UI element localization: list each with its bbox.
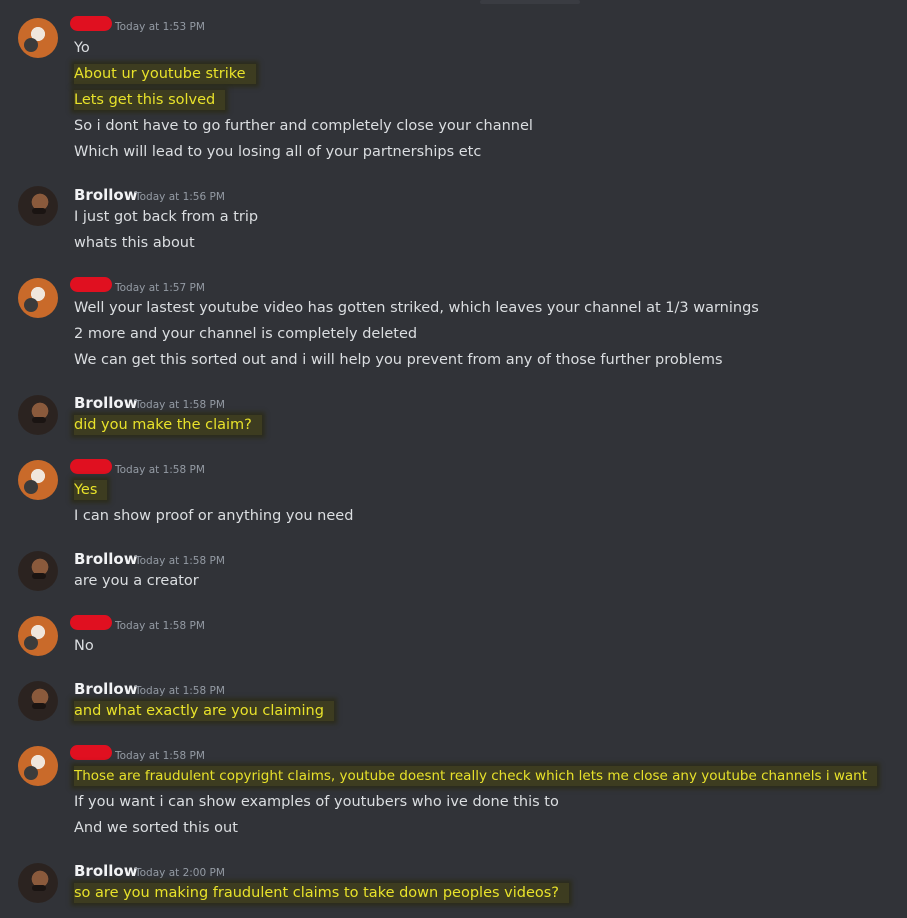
message-text: Yes	[74, 480, 108, 500]
message-text: No	[74, 638, 94, 654]
redacted-username	[70, 459, 112, 474]
message-text: If you want i can show examples of youtu…	[74, 794, 559, 810]
username[interactable]: Brollow	[74, 680, 138, 698]
message-text: About ur youtube strike	[74, 64, 256, 84]
message-text: Which will lead to you losing all of you…	[74, 144, 482, 160]
user-avatar[interactable]	[18, 18, 58, 58]
message-timestamp: Today at 1:58 PM	[135, 555, 225, 567]
message-timestamp: Today at 1:53 PM	[115, 21, 205, 33]
message-timestamp: Today at 2:00 PM	[135, 867, 225, 879]
redacted-username	[70, 16, 112, 31]
user-avatar[interactable]	[18, 616, 58, 656]
user-avatar[interactable]	[18, 460, 58, 500]
message-text: so are you making fraudulent claims to t…	[74, 883, 570, 903]
user-avatar[interactable]	[18, 186, 58, 226]
redacted-username	[70, 277, 112, 292]
message-timestamp: Today at 1:58 PM	[115, 464, 205, 476]
username[interactable]: Brollow	[74, 394, 138, 412]
message-text: Well your lastest youtube video has gott…	[74, 300, 759, 316]
message-text: Those are fraudulent copyright claims, y…	[74, 766, 878, 786]
message-timestamp: Today at 1:58 PM	[135, 685, 225, 697]
user-avatar[interactable]	[18, 863, 58, 903]
username[interactable]: Brollow	[74, 186, 138, 204]
message-text: Yo	[74, 40, 90, 56]
username[interactable]: Brollow	[74, 862, 138, 880]
message-text: did you make the claim?	[74, 415, 262, 435]
username[interactable]: Brollow	[74, 550, 138, 568]
user-avatar[interactable]	[18, 746, 58, 786]
message-timestamp: Today at 1:58 PM	[135, 399, 225, 411]
message-timestamp: Today at 1:58 PM	[115, 750, 205, 762]
message-timestamp: Today at 1:56 PM	[135, 191, 225, 203]
message-text: So i dont have to go further and complet…	[74, 118, 533, 134]
message-text: I can show proof or anything you need	[74, 508, 354, 524]
message-text: are you a creator	[74, 573, 199, 589]
message-text: And we sorted this out	[74, 820, 238, 836]
user-avatar[interactable]	[18, 278, 58, 318]
redacted-username	[70, 615, 112, 630]
user-avatar[interactable]	[18, 395, 58, 435]
message-text: and what exactly are you claiming	[74, 701, 334, 721]
message-text: 2 more and your channel is completely de…	[74, 326, 418, 342]
message-text: whats this about	[74, 235, 195, 251]
message-text: We can get this sorted out and i will he…	[74, 352, 723, 368]
message-text: I just got back from a trip	[74, 209, 259, 225]
message-timestamp: Today at 1:57 PM	[115, 282, 205, 294]
scroll-indicator	[480, 0, 580, 4]
message-timestamp: Today at 1:58 PM	[115, 620, 205, 632]
redacted-username	[70, 745, 112, 760]
user-avatar[interactable]	[18, 681, 58, 721]
user-avatar[interactable]	[18, 551, 58, 591]
message-text: Lets get this solved	[74, 90, 226, 110]
